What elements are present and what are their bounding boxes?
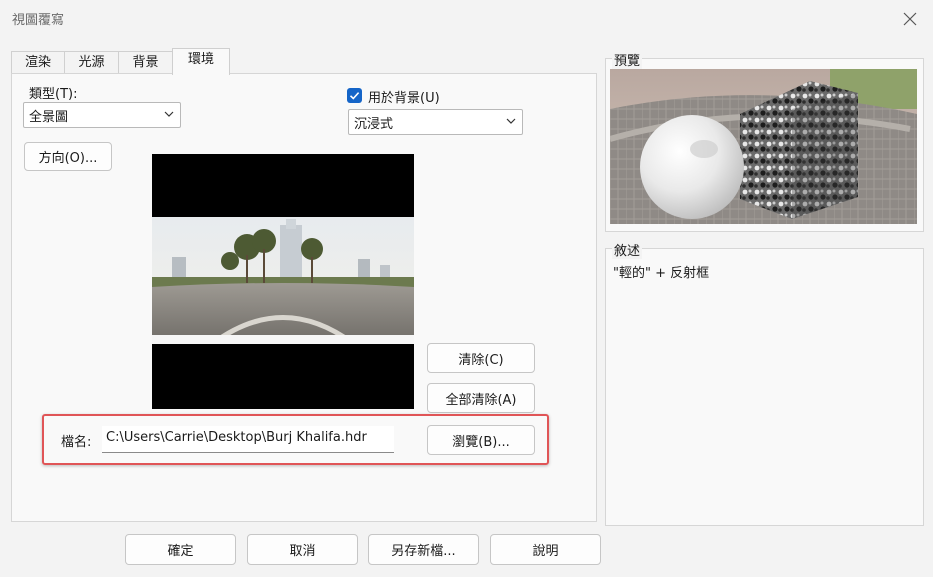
description-text: "輕的" + 反射框 — [613, 266, 710, 281]
description-title: 敘述 — [612, 240, 643, 259]
save-as-button[interactable]: 另存新檔... — [368, 534, 479, 565]
ok-button[interactable]: 確定 — [125, 534, 236, 565]
clear-all-button[interactable]: 全部清除(A) — [427, 383, 535, 413]
description-group — [605, 248, 924, 526]
background-mode-select[interactable]: 沉浸式 — [348, 109, 523, 135]
highlight-frame — [42, 414, 549, 465]
tab-background[interactable]: 背景 — [118, 51, 173, 73]
background-mode-value: 沉浸式 — [354, 117, 394, 132]
tab-render[interactable]: 渲染 — [11, 51, 65, 73]
preview-title: 預覽 — [612, 50, 643, 69]
type-select[interactable]: 全景圖 — [23, 102, 181, 128]
close-icon — [903, 12, 917, 26]
tab-environment[interactable]: 環境 — [172, 48, 230, 75]
chevron-down-icon — [506, 118, 516, 124]
type-select-value: 全景圖 — [29, 110, 69, 125]
direction-button[interactable]: 方向(O)... — [24, 142, 112, 171]
title-bar: 視圖覆寫 — [0, 0, 933, 38]
use-for-background-checkbox[interactable] — [347, 88, 362, 103]
use-for-background-label[interactable]: 用於背景(U) — [368, 87, 440, 106]
material-preview-image — [610, 69, 917, 224]
cancel-button[interactable]: 取消 — [247, 534, 358, 565]
clear-button[interactable]: 清除(C) — [427, 343, 535, 373]
environment-map-preview — [152, 154, 414, 409]
close-button[interactable] — [887, 0, 933, 38]
panorama-image — [152, 217, 414, 344]
window-title: 視圖覆寫 — [12, 13, 65, 28]
chevron-down-icon — [164, 111, 174, 117]
type-label: 類型(T): — [29, 87, 78, 102]
tab-lighting[interactable]: 光源 — [64, 51, 119, 73]
checkmark-icon — [349, 92, 360, 100]
help-button[interactable]: 說明 — [490, 534, 601, 565]
